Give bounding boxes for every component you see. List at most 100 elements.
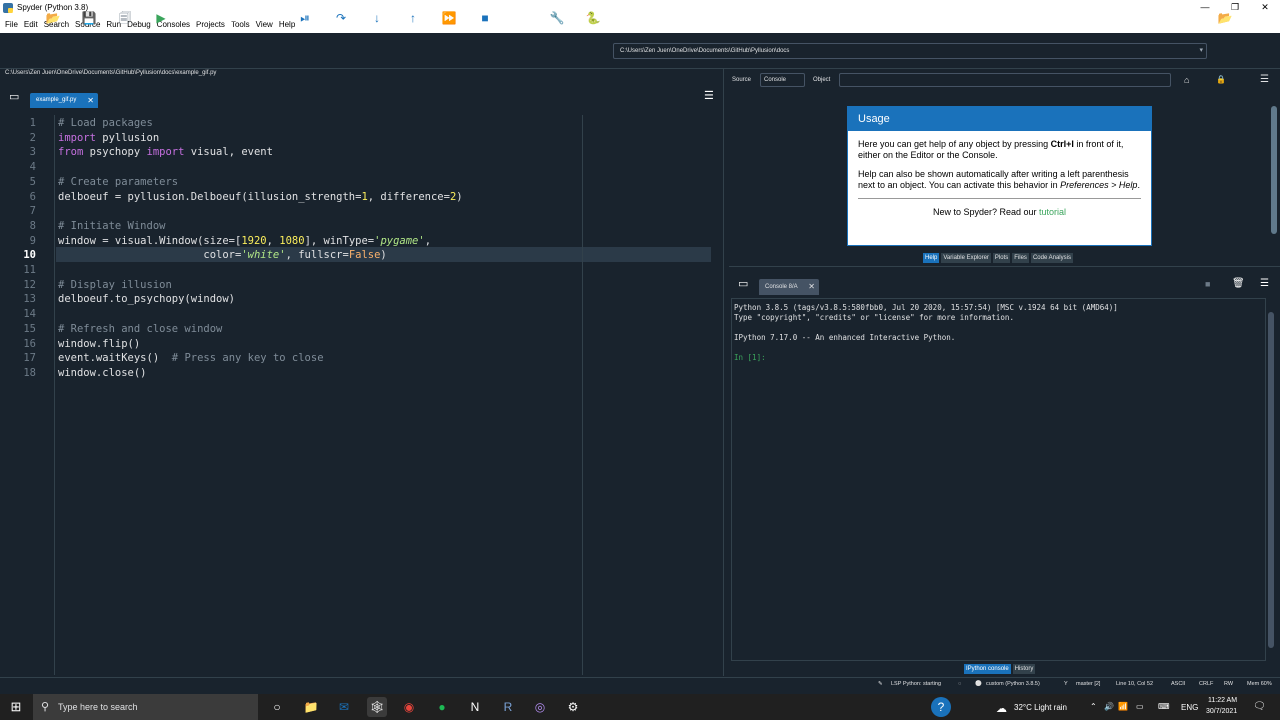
line-number: 10 <box>23 249 36 262</box>
task-view-icon[interactable]: ○ <box>267 697 287 717</box>
code-line[interactable]: window.close() <box>58 366 147 381</box>
line-number: 8 <box>29 219 36 232</box>
browse-directory-icon[interactable]: 📂 <box>1216 9 1234 27</box>
tab-plots[interactable]: Plots <box>992 253 1011 263</box>
spotify-icon[interactable]: ● <box>432 697 452 717</box>
remove-variables-icon[interactable]: 🗑 <box>1232 278 1245 289</box>
continue-icon[interactable]: ⏩ <box>440 9 458 27</box>
tab-code-analysis[interactable]: Code Analysis <box>1030 253 1073 263</box>
environment-status[interactable]: custom (Python 3.8.5) <box>986 681 1040 687</box>
menu-help[interactable]: Help <box>279 20 295 29</box>
stop-debug-icon[interactable]: ■ <box>476 9 494 27</box>
notion-icon[interactable]: N <box>465 697 485 717</box>
line-number: 6 <box>29 190 36 203</box>
lock-icon[interactable]: 🔒 <box>1216 75 1226 84</box>
object-input[interactable] <box>839 73 1171 87</box>
code-line[interactable]: window.flip() <box>58 337 140 352</box>
save-all-icon[interactable]: 🗐 <box>116 9 134 27</box>
close-tab-icon[interactable]: ✕ <box>87 93 94 108</box>
source-label: Source <box>732 77 752 83</box>
code-line[interactable]: window = visual.Window(size=[1920, 1080]… <box>58 234 431 249</box>
maximize-pane-icon[interactable]: ◧ <box>512 9 530 27</box>
debug-icon[interactable]: ⏯ <box>296 9 314 27</box>
volume-icon[interactable]: 🔊 <box>1104 702 1114 711</box>
code-line[interactable]: # Refresh and close window <box>58 322 222 337</box>
weather-cloud-icon: ☁ <box>996 703 1007 715</box>
interrupt-kernel-icon[interactable]: ■ <box>1205 279 1210 289</box>
run-icon[interactable]: ▶ <box>152 9 170 27</box>
tab-variable-explorer[interactable]: Variable Explorer <box>941 253 991 263</box>
run-selection-icon[interactable]: I <box>260 9 278 27</box>
code-line[interactable]: event.waitKeys() # Press any key to clos… <box>58 351 324 366</box>
run-cell-icon[interactable]: ⧉ <box>188 9 206 27</box>
editor-options-menu-icon[interactable]: ☰ <box>704 89 714 102</box>
battery-icon[interactable]: ▭ <box>1136 702 1144 711</box>
console-tab[interactable]: Console 8/A ✕ <box>759 279 819 295</box>
code-line[interactable]: delboeuf.to_psychopy(window) <box>58 292 235 307</box>
file-explorer-icon[interactable]: 📁 <box>301 697 321 717</box>
console-output[interactable] <box>731 298 1266 661</box>
spyder-taskbar-icon[interactable]: 🕸 <box>367 697 387 717</box>
wifi-icon[interactable]: 📶 <box>1118 702 1128 711</box>
tutorial-link[interactable]: tutorial <box>1039 207 1066 217</box>
run-cell-advance-icon[interactable]: ⧉ <box>224 9 242 27</box>
code-line[interactable]: # Initiate Window <box>58 219 165 234</box>
clock-date[interactable]: 30/7/2021 <box>1206 708 1237 715</box>
tab-files[interactable]: Files <box>1012 253 1029 263</box>
notifications-icon[interactable]: 🗨 <box>1253 701 1266 712</box>
spyder-window: Spyder (Python 3.8) — ❐ ✕ File Edit Sear… <box>0 0 1280 720</box>
outlook-icon[interactable]: ✉ <box>334 697 354 717</box>
show-hidden-icons-icon[interactable]: ⌃ <box>1090 702 1097 711</box>
usage-title: Usage <box>848 107 1151 131</box>
code-line[interactable]: # Load packages <box>58 116 153 131</box>
app-icon[interactable]: ⚙ <box>563 697 583 717</box>
console-prompt[interactable]: In [1]: <box>734 353 766 363</box>
console-python-version: Python 3.8.5 (tags/v3.8.5:580fbb0, Jul 2… <box>734 303 1118 312</box>
code-line[interactable]: import pyllusion <box>58 131 159 146</box>
clock-time[interactable]: 11:22 AM <box>1208 697 1237 704</box>
tab-ipython-console[interactable]: IPython console <box>964 664 1011 674</box>
open-file-icon[interactable]: 📂 <box>44 9 62 27</box>
console-scrollbar[interactable] <box>1268 312 1274 648</box>
code-line[interactable]: delboeuf = pyllusion.Delboeuf(illusion_s… <box>58 190 463 205</box>
browse-console-tabs-icon[interactable]: ▭ <box>738 277 748 290</box>
usage-card: Usage Here you can get help of any objec… <box>847 106 1152 246</box>
code-line[interactable]: # Create parameters <box>58 175 178 190</box>
line-number: 14 <box>23 308 36 321</box>
step-over-icon[interactable]: ↷ <box>332 9 350 27</box>
browse-tabs-icon[interactable]: ▭ <box>9 90 19 103</box>
usage-p2-end: . <box>1137 180 1140 190</box>
step-into-icon[interactable]: ↓ <box>368 9 386 27</box>
source-combo[interactable]: Console <box>760 73 805 87</box>
keyboard-icon[interactable]: ⌨ <box>1158 702 1170 711</box>
taskbar-search[interactable]: ⚲ Type here to search <box>33 694 258 720</box>
code-line[interactable]: color='white', fullscr=False) <box>58 248 386 263</box>
input-language[interactable]: ENG <box>1181 703 1198 712</box>
cursor-position: Line 10, Col 52 <box>1116 681 1153 687</box>
working-directory-value: C:\Users\Zen Juen\OneDrive\Documents\Git… <box>620 48 790 54</box>
windows-start-icon[interactable]: ⊞ <box>6 697 26 717</box>
editor-tab-example-gif[interactable]: example_gif.py ✕ <box>30 93 98 108</box>
working-directory-combo[interactable]: C:\Users\Zen Juen\OneDrive\Documents\Git… <box>613 43 1207 59</box>
chrome-icon[interactable]: ◉ <box>399 697 419 717</box>
code-line[interactable]: # Display illusion <box>58 278 172 293</box>
python-path-manager-icon[interactable]: 🐍 <box>584 9 602 27</box>
tab-help[interactable]: Help <box>923 253 940 263</box>
save-icon[interactable]: 💾 <box>80 9 98 27</box>
help-scrollbar[interactable] <box>1271 106 1277 234</box>
help-options-menu-icon[interactable]: ☰ <box>1260 74 1269 85</box>
parent-directory-icon[interactable]: ↑ <box>1252 9 1270 27</box>
step-out-icon[interactable]: ↑ <box>404 9 422 27</box>
weather-status[interactable]: 32°C Light rain <box>1014 703 1067 712</box>
code-line[interactable]: from psychopy import visual, event <box>58 145 273 160</box>
github-desktop-icon[interactable]: ◎ <box>530 697 550 717</box>
home-icon[interactable]: ⌂ <box>1184 75 1189 85</box>
line-number: 2 <box>29 131 36 144</box>
new-file-icon[interactable]: 🗋 <box>8 9 26 27</box>
tab-history[interactable]: History <box>1012 664 1036 674</box>
help-tips-icon[interactable]: ? <box>931 697 951 717</box>
r-icon[interactable]: R <box>498 697 518 717</box>
preferences-wrench-icon[interactable]: 🔧 <box>548 9 566 27</box>
console-options-menu-icon[interactable]: ☰ <box>1260 278 1269 289</box>
close-console-icon[interactable]: ✕ <box>808 279 815 295</box>
